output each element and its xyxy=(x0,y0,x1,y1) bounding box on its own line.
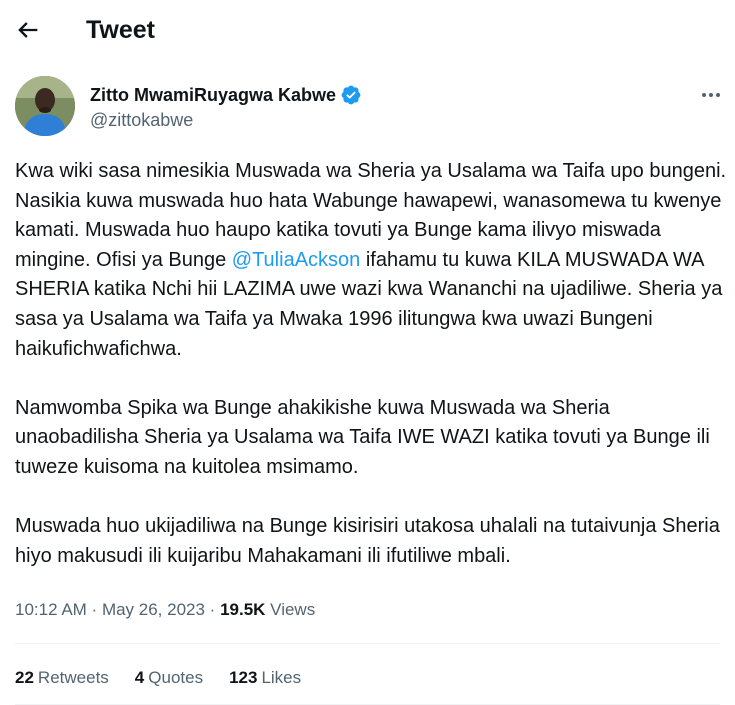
author-handle[interactable]: @zittokabwe xyxy=(90,108,193,132)
meta-separator: · xyxy=(86,600,102,619)
verified-badge-icon[interactable] xyxy=(340,84,362,106)
timestamp-date[interactable]: May 26, 2023 xyxy=(102,600,205,619)
meta-separator: · xyxy=(204,600,221,619)
divider xyxy=(15,643,720,644)
quotes-stat[interactable]: 4 Quotes xyxy=(135,666,203,690)
retweets-label: Retweets xyxy=(37,668,109,687)
retweets-count: 22 xyxy=(15,668,34,687)
quotes-label: Quotes xyxy=(148,668,204,687)
more-horizontal-icon xyxy=(702,93,720,97)
more-options-button[interactable] xyxy=(697,82,725,108)
tweet-header: Tweet xyxy=(0,0,735,60)
likes-stat[interactable]: 123 Likes xyxy=(229,666,301,690)
back-button[interactable] xyxy=(14,16,42,44)
arrow-left-icon xyxy=(18,22,38,38)
tweet-meta: 10:12 AM · May 26, 2023 · 19.5K Views xyxy=(15,598,315,622)
tweet-stats: 22 Retweets 4 Quotes 123 Likes xyxy=(15,666,327,690)
quotes-count: 4 xyxy=(134,668,145,687)
retweets-stat[interactable]: 22 Retweets xyxy=(15,666,109,690)
avatar[interactable] xyxy=(15,76,75,136)
tweet-text: Kwa wiki sasa nimesikia Muswada wa Sheri… xyxy=(15,157,727,571)
likes-count: 123 xyxy=(229,668,258,687)
profile-photo xyxy=(15,76,75,136)
author-display-name[interactable]: Zitto MwamiRuyagwa Kabwe xyxy=(90,82,336,108)
mention-link[interactable]: @TuliaAckson xyxy=(232,249,361,271)
page-title: Tweet xyxy=(86,16,155,44)
likes-label: Likes xyxy=(261,668,302,687)
tweet-paragraph-2: Namwomba Spika wa Bunge ahakikishe kuwa … xyxy=(15,396,710,478)
tweet-paragraph-1: Kwa wiki sasa nimesikia Muswada wa Sheri… xyxy=(15,157,727,364)
tweet-paragraph-3: Muswada huo ukijadiliwa na Bunge kisiris… xyxy=(15,515,720,567)
author-name-row: Zitto MwamiRuyagwa Kabwe xyxy=(90,82,362,108)
timestamp-time[interactable]: 10:12 AM xyxy=(15,600,87,619)
views-label: Views xyxy=(270,600,316,619)
views-count: 19.5K xyxy=(220,600,266,619)
